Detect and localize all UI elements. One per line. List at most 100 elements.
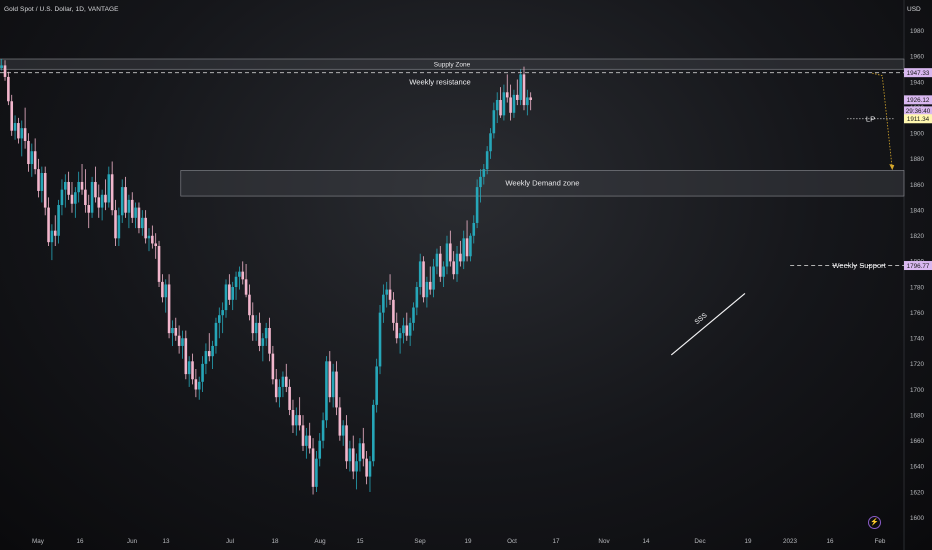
- x-tick-label: 2023: [783, 538, 798, 545]
- candle-body: [218, 315, 221, 323]
- x-tick-label: May: [32, 538, 45, 545]
- candle: [57, 199, 60, 244]
- candle: [117, 207, 121, 247]
- candle: [94, 166, 97, 203]
- candle-body: [63, 181, 67, 190]
- trendline-label: SSS: [694, 312, 709, 326]
- candle-body: [278, 386, 281, 398]
- y-tick-label: 1980: [910, 28, 925, 35]
- candle-body: [144, 217, 147, 239]
- candle-body: [67, 181, 70, 195]
- y-tick-label: 1760: [910, 310, 925, 317]
- candle: [157, 240, 161, 288]
- candle-body: [221, 310, 224, 316]
- candle-body: [331, 371, 335, 398]
- candle-body: [87, 205, 91, 213]
- candle-body: [348, 448, 352, 462]
- candle: [218, 307, 221, 339]
- y-tick-label: 1960: [910, 54, 925, 61]
- x-tick-label: 13: [162, 538, 170, 545]
- candle-body: [268, 328, 271, 354]
- candle-body: [70, 194, 74, 204]
- candle-body: [425, 281, 429, 298]
- candle: [348, 440, 352, 472]
- candle-body: [130, 199, 134, 218]
- candle-body: [204, 351, 208, 364]
- candle-body: [84, 189, 87, 206]
- candle-body: [120, 187, 124, 216]
- candle: [194, 368, 198, 398]
- candle: [291, 399, 295, 434]
- candle: [425, 276, 429, 308]
- candle-body: [485, 151, 489, 170]
- candle-body: [197, 381, 201, 390]
- candle: [17, 117, 20, 144]
- candle: [469, 233, 472, 262]
- candle: [161, 274, 164, 303]
- price-label-text: 1911.34: [907, 116, 930, 123]
- price-chart[interactable]: 1600 1620 1640 1660 1680 1700 1720 1740 1760 1780…: [0, 0, 932, 550]
- candle-body: [382, 294, 385, 313]
- candle: [130, 192, 134, 223]
- price-label: 29:36:40: [904, 106, 932, 116]
- price-label-text: 1947.33: [907, 70, 930, 77]
- candle-body: [13, 123, 17, 131]
- candle-body: [241, 271, 245, 280]
- candle: [254, 315, 258, 341]
- candle-body: [445, 243, 449, 267]
- candle-body: [10, 101, 14, 131]
- candle: [455, 246, 459, 282]
- x-tick-label: 14: [642, 538, 650, 545]
- candle-body: [455, 253, 459, 275]
- candle-body: [442, 266, 445, 277]
- candle-body: [7, 76, 10, 102]
- candle: [408, 317, 412, 346]
- candle: [268, 317, 271, 362]
- price-label: 1796.77: [904, 261, 932, 271]
- candle-body: [505, 92, 509, 98]
- candle-body: [452, 261, 455, 275]
- candle-body: [177, 335, 181, 346]
- candle-body: [238, 271, 241, 277]
- candle: [402, 317, 405, 344]
- candle-body: [529, 97, 532, 100]
- candle: [449, 230, 452, 267]
- candle: [140, 210, 144, 236]
- level-group: LP: [847, 114, 894, 123]
- candle: [23, 107, 27, 149]
- candle-body: [171, 328, 174, 334]
- candle: [372, 399, 375, 467]
- candle: [74, 187, 77, 218]
- zone-label: Supply Zone: [434, 62, 471, 69]
- candle-body: [167, 284, 171, 334]
- candle: [177, 325, 181, 354]
- candle-body: [368, 461, 372, 477]
- candle-body: [244, 279, 248, 295]
- candle-body: [191, 361, 194, 380]
- tradingview-logo-icon[interactable]: ⚡: [868, 516, 881, 529]
- candle-body: [127, 199, 131, 213]
- candle: [241, 261, 245, 285]
- candle-body: [422, 261, 425, 298]
- candle-body: [224, 284, 228, 311]
- candle: [492, 102, 496, 139]
- candle: [244, 263, 248, 298]
- candle-body: [50, 230, 54, 243]
- candle-body: [415, 287, 419, 308]
- candle: [378, 304, 382, 375]
- candle: [184, 330, 188, 380]
- candle: [281, 371, 285, 398]
- x-tick-label: Dec: [694, 538, 705, 545]
- candle-body: [258, 322, 261, 346]
- candle: [97, 184, 101, 218]
- candle-body: [509, 97, 512, 113]
- candle-body: [284, 376, 288, 387]
- x-tick-label: Jul: [226, 538, 234, 545]
- candle: [368, 456, 372, 492]
- level-group: Weekly Support: [790, 261, 904, 270]
- candle-body: [20, 128, 24, 139]
- candle-body: [328, 361, 332, 398]
- candle-body: [495, 99, 499, 111]
- candle: [412, 302, 415, 331]
- candle-body: [479, 176, 482, 188]
